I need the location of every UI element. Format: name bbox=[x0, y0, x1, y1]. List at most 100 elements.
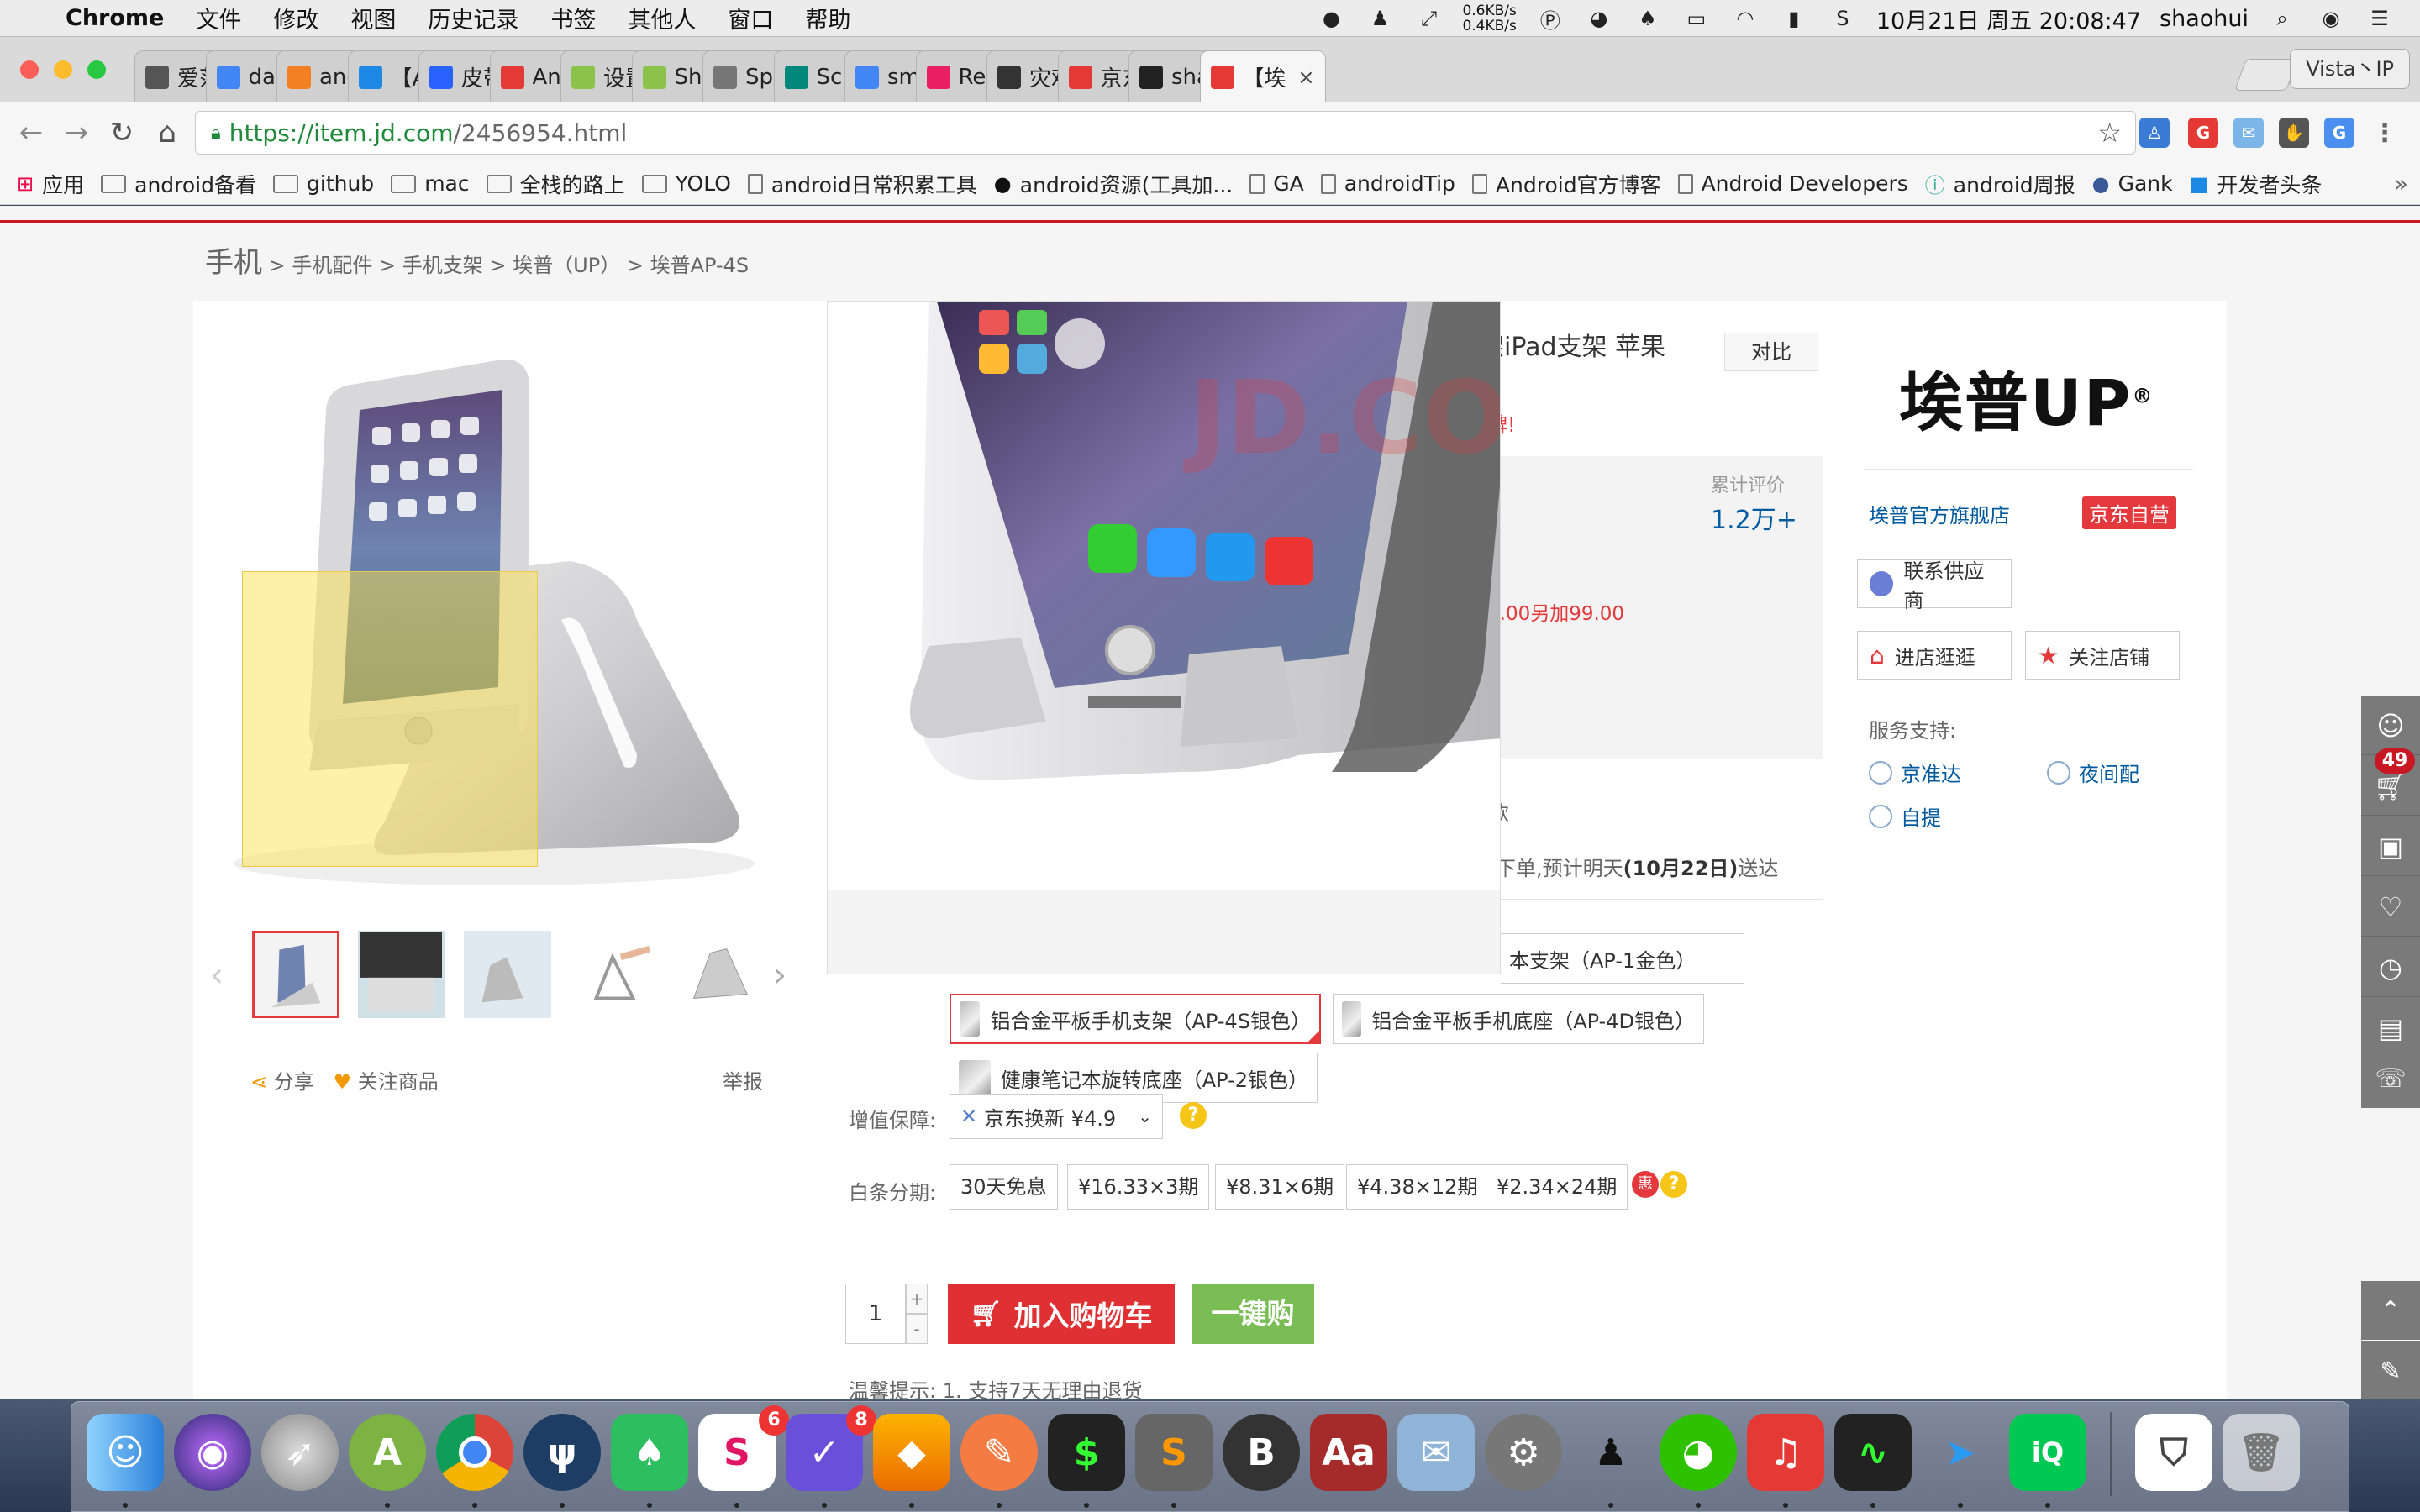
sync-icon[interactable]: S bbox=[1828, 7, 1858, 30]
translate-extension-icon[interactable]: G bbox=[2324, 118, 2354, 148]
breadcrumb-item[interactable]: 手机支架 bbox=[402, 254, 483, 277]
zoom-lens[interactable] bbox=[242, 571, 538, 867]
alfred-icon[interactable]: ♟ bbox=[1365, 7, 1395, 30]
clock[interactable]: 10月21日 周五 20:08:47 bbox=[1876, 3, 2141, 35]
terminal-icon[interactable]: $ bbox=[1048, 1414, 1125, 1491]
menu-edit[interactable]: 修改 bbox=[273, 2, 318, 34]
extension-icon[interactable]: ♙ bbox=[2139, 118, 2170, 148]
extension-icon[interactable]: ✋ bbox=[2279, 118, 2309, 148]
evernote-icon[interactable]: ♠ bbox=[611, 1414, 688, 1491]
installment-option[interactable]: ¥4.38×12期 bbox=[1346, 1164, 1489, 1210]
follow-shop-button[interactable]: ★ 关注店铺 bbox=[2025, 631, 2180, 680]
favorites-icon[interactable]: ♡ bbox=[2361, 878, 2420, 937]
menu-bookmarks[interactable]: 书签 bbox=[550, 2, 596, 34]
bookmark-item[interactable]: mac bbox=[391, 171, 470, 196]
menu-view[interactable]: 视图 bbox=[350, 2, 396, 34]
back-to-top-icon[interactable]: ⌃ bbox=[2361, 1281, 2420, 1340]
quantity-input[interactable]: 1 bbox=[845, 1284, 906, 1344]
bookmark-item[interactable]: ⓘ android周报 bbox=[1925, 169, 2075, 199]
compare-button[interactable]: 对比 bbox=[1724, 333, 1818, 371]
user-icon[interactable]: ☺ bbox=[2361, 696, 2420, 755]
airplay-icon[interactable]: ▭ bbox=[1681, 7, 1712, 30]
enter-shop-button[interactable]: ⌂ 进店逛逛 bbox=[1857, 631, 2012, 680]
quantity-increase-button[interactable]: + bbox=[906, 1284, 928, 1314]
thumbnail-5[interactable] bbox=[676, 931, 763, 1018]
thumbnail-1[interactable] bbox=[252, 931, 339, 1018]
breadcrumb-item[interactable]: 埃普（UP） bbox=[513, 254, 620, 277]
pocket-icon[interactable]: Ⓟ bbox=[1535, 7, 1565, 33]
spotlight-search-icon[interactable]: ⌕ bbox=[2267, 7, 2297, 30]
shop-name-link[interactable]: 埃普官方旗舰店 bbox=[1869, 499, 2010, 528]
contact-supplier-button[interactable]: 联系供应商 bbox=[1857, 559, 2012, 612]
bookmark-item[interactable]: Android官方博客 bbox=[1471, 169, 1661, 199]
service-icon[interactable]: ☏ bbox=[2361, 1049, 2420, 1108]
product-main-image[interactable] bbox=[217, 318, 805, 906]
wifi-icon[interactable]: ◠ bbox=[1730, 7, 1760, 30]
trash-icon[interactable]: 🗑︎ bbox=[2223, 1414, 2300, 1491]
bookmark-item[interactable]: ● Gank bbox=[2092, 171, 2173, 196]
siri-icon[interactable]: ◉ bbox=[174, 1414, 251, 1491]
installment-option[interactable]: 30天免息 bbox=[950, 1164, 1058, 1210]
breadcrumb-item[interactable]: 手机配件 bbox=[292, 254, 372, 277]
extension-icon[interactable]: ✉ bbox=[2233, 118, 2264, 148]
mail-icon[interactable]: ✉ bbox=[1397, 1414, 1475, 1491]
tab-active[interactable]: 【埃 × bbox=[1199, 50, 1326, 102]
menu-people[interactable]: 其他人 bbox=[628, 2, 696, 34]
add-to-cart-button[interactable]: 🛒︎ 加入购物车 bbox=[948, 1284, 1175, 1344]
reload-button[interactable]: ↻ bbox=[99, 116, 145, 150]
evernote-status-icon[interactable]: ♠ bbox=[1633, 7, 1663, 30]
bookmark-item[interactable]: ■ 开发者头条 bbox=[2190, 169, 2323, 199]
menu-file[interactable]: 文件 bbox=[196, 2, 241, 34]
thumb-next-icon[interactable]: › bbox=[773, 956, 786, 995]
variant-option-selected[interactable]: 铝合金平板手机支架（AP-4S银色） bbox=[950, 994, 1321, 1044]
variant-option[interactable]: 铝合金平板手机底座（AP-4D银色） bbox=[1333, 994, 1704, 1044]
finder-icon[interactable]: ☺ bbox=[87, 1414, 164, 1491]
zoom-window-icon[interactable] bbox=[87, 60, 106, 79]
sketch-icon[interactable]: ◆ bbox=[873, 1414, 950, 1491]
bear-icon[interactable]: B bbox=[1223, 1414, 1300, 1491]
notification-center-icon[interactable]: ☰ bbox=[2365, 7, 2395, 30]
sublime-icon[interactable]: S bbox=[1135, 1414, 1213, 1491]
close-tab-icon[interactable]: × bbox=[1297, 66, 1314, 89]
document-icon[interactable]: ⛉ bbox=[2135, 1414, 2212, 1491]
breadcrumb-root[interactable]: 手机 bbox=[205, 246, 262, 280]
iqiyi-icon[interactable]: iQ bbox=[2009, 1414, 2086, 1491]
address-bar[interactable]: 🔒︎ https://item.jd.com/2456954.html ☆ bbox=[195, 111, 2136, 155]
minimize-window-icon[interactable] bbox=[54, 60, 72, 79]
home-button[interactable]: ⌂ bbox=[145, 116, 190, 150]
bookmark-item[interactable]: YOLO bbox=[641, 171, 731, 196]
breadcrumb-item[interactable]: 埃普AP-4S bbox=[650, 254, 750, 277]
installment-option[interactable]: ¥16.33×3期 bbox=[1067, 1164, 1210, 1210]
service-item[interactable]: 夜间配 bbox=[2047, 758, 2139, 787]
bookmark-item[interactable]: GA bbox=[1249, 171, 1304, 196]
bookmark-item[interactable]: 全栈的路上 bbox=[486, 169, 625, 199]
quantity-decrease-button[interactable]: - bbox=[906, 1314, 928, 1344]
installment-option[interactable]: ¥8.31×6期 bbox=[1215, 1164, 1345, 1210]
launchpad-icon[interactable]: ➶ bbox=[261, 1414, 339, 1491]
thumb-prev-icon[interactable]: ‹ bbox=[210, 956, 224, 995]
bookmark-item[interactable]: ● android资源(工具加... bbox=[994, 169, 1233, 199]
feedback-icon[interactable]: ✎ bbox=[2361, 1341, 2420, 1399]
bookmark-star-icon[interactable]: ☆ bbox=[2097, 117, 2122, 149]
profile-button[interactable]: Vista丶IP bbox=[2290, 49, 2410, 89]
bookmark-item[interactable]: github bbox=[273, 171, 374, 196]
service-item[interactable]: 京准达 bbox=[1869, 758, 1961, 787]
qq-icon[interactable]: ♟ bbox=[1572, 1414, 1649, 1491]
thumbnail-3[interactable] bbox=[464, 931, 551, 1018]
sourcetree-icon[interactable]: ψ bbox=[523, 1414, 601, 1491]
android-studio-icon[interactable]: A bbox=[349, 1414, 426, 1491]
app-menu[interactable]: Chrome bbox=[66, 5, 164, 31]
bookmark-item[interactable]: Android Developers bbox=[1677, 171, 1908, 196]
xcode-bird-icon[interactable]: ➤ bbox=[1922, 1414, 1999, 1491]
history-icon[interactable]: ◷ bbox=[2361, 938, 2420, 997]
dictionary-icon[interactable]: Aa bbox=[1310, 1414, 1387, 1491]
help-icon[interactable]: ? bbox=[1180, 1102, 1207, 1129]
close-window-icon[interactable] bbox=[20, 60, 39, 79]
new-tab-button[interactable] bbox=[2234, 59, 2298, 91]
report-link[interactable]: 举报 bbox=[723, 1065, 763, 1095]
paw-icon[interactable]: ✎ bbox=[960, 1414, 1038, 1491]
wechat-icon[interactable]: ◕ bbox=[1660, 1414, 1737, 1491]
resize-icon[interactable]: ⤢ bbox=[1413, 7, 1444, 30]
menu-help[interactable]: 帮助 bbox=[805, 2, 850, 34]
bookmark-item[interactable]: ⊞ 应用 bbox=[17, 169, 84, 199]
